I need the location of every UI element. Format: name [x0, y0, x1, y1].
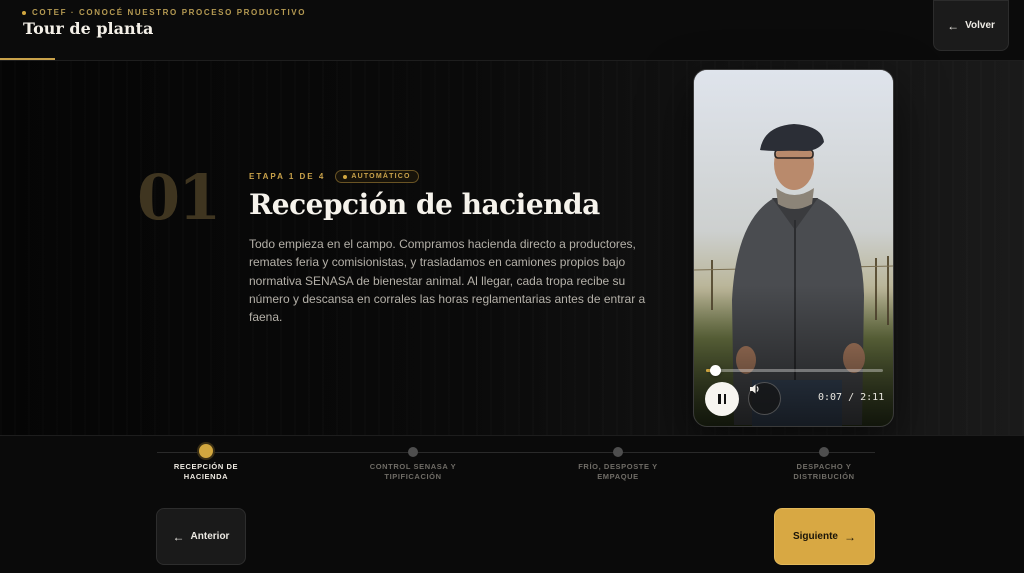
arrow-left-icon: ←	[172, 529, 185, 544]
bullet-icon	[22, 10, 26, 15]
step-label-line: RECEPCIÓN DE	[173, 462, 239, 471]
speaker-icon	[750, 384, 759, 394]
step-counter: ETAPA 1 DE 4	[249, 172, 326, 181]
back-button-label: Volver	[965, 20, 995, 31]
arrow-right-icon: →	[844, 529, 856, 544]
header-progress-underline	[0, 58, 55, 60]
status-dot-icon	[343, 174, 348, 179]
step-label: CONTROL SENASA Y TIPIFICACIÓN	[353, 462, 473, 482]
stepper-track	[157, 452, 875, 453]
video-progress-bar[interactable]	[706, 365, 883, 376]
step-label-line: EMPAQUE	[597, 472, 639, 481]
next-button-label: Siguiente	[792, 531, 838, 542]
auto-badge-label: AUTOMÁTICO	[351, 173, 411, 180]
page-title: Tour de planta	[23, 19, 154, 38]
previous-button[interactable]: ← Anterior	[156, 508, 246, 565]
step-marker	[819, 447, 829, 457]
step-label-line: CONTROL SENASA Y	[369, 462, 457, 471]
auto-badge: AUTOMÁTICO	[335, 170, 419, 183]
step-label-line: FRÍO, DESPOSTE Y	[578, 462, 658, 471]
step-label: FRÍO, DESPOSTE Y EMPAQUE	[558, 462, 678, 482]
step-label: RECEPCIÓN DE HACIENDA	[146, 462, 266, 482]
volume-button[interactable]	[748, 382, 781, 415]
video-time: 0:07 / 2:11	[818, 392, 885, 403]
step-label-line: DISTRIBUCIÓN	[793, 472, 855, 481]
step-label: DESPACHO Y DISTRIBUCIÓN	[764, 462, 884, 482]
stage-title: Recepción de hacienda	[249, 188, 600, 221]
back-button[interactable]: ← Volver	[933, 0, 1009, 51]
step-active-marker	[199, 444, 213, 458]
pause-button[interactable]	[705, 382, 739, 416]
video-player[interactable]: 0:07 / 2:11	[693, 69, 894, 427]
next-button[interactable]: Siguiente →	[774, 508, 875, 565]
breadcrumb: COTEF · CONOCÉ NUESTRO PROCESO PRODUCTIV…	[22, 8, 306, 17]
stage-meta: ETAPA 1 DE 4 AUTOMÁTICO	[249, 170, 419, 183]
arrow-left-icon: ←	[947, 18, 960, 33]
eyebrow-text: COTEF · CONOCÉ NUESTRO PROCESO PRODUCTIV…	[32, 8, 307, 17]
step-label-line: DESPACHO Y	[796, 462, 852, 471]
stage-number: 01	[137, 161, 221, 234]
step-label-line: HACIENDA	[183, 472, 229, 481]
video-frame-illustration	[694, 70, 893, 426]
pause-icon	[718, 394, 726, 404]
step-marker	[408, 447, 418, 457]
previous-button-label: Anterior	[190, 531, 230, 542]
step-label-line: TIPIFICACIÓN	[384, 472, 442, 481]
header: COTEF · CONOCÉ NUESTRO PROCESO PRODUCTIV…	[0, 0, 1024, 61]
stage-description: Todo empieza en el campo. Compramos haci…	[249, 237, 646, 325]
step-marker	[613, 447, 623, 457]
